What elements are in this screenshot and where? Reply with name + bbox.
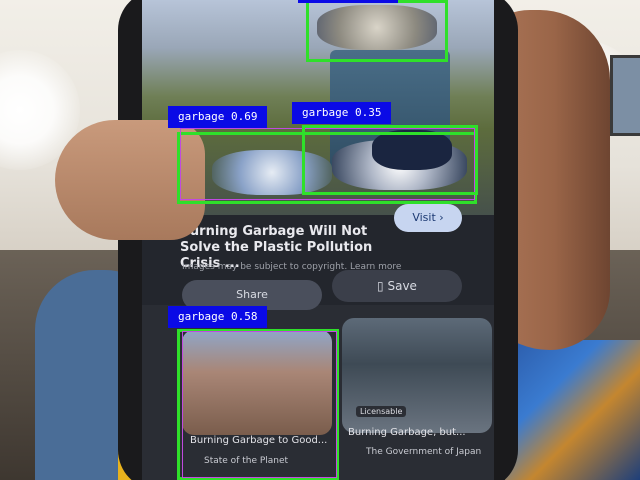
visit-button[interactable]: Visit ›: [394, 204, 462, 232]
detection-label-top-partial: [298, 0, 398, 3]
detection-label-1: garbage 0.69: [168, 106, 268, 128]
detection-label-2: garbage 0.35: [292, 102, 392, 124]
share-label: Share: [236, 288, 268, 301]
detection-box-2: [302, 125, 478, 195]
wall-picture: [610, 55, 640, 136]
related-source-2: The Government of Japan: [366, 447, 482, 457]
patterned-cloth: [505, 340, 640, 480]
save-button[interactable]: ▯ Save: [332, 270, 462, 302]
save-label: Save: [387, 279, 417, 293]
detection-box-top: [306, 0, 448, 62]
bookmark-icon: ▯: [377, 279, 384, 293]
detection-box-3-inner: [182, 331, 337, 478]
licensable-badge: Licensable: [356, 406, 407, 417]
related-title-2[interactable]: Burning Garbage, but...: [348, 427, 466, 438]
detection-label-3: garbage 0.58: [168, 306, 268, 328]
chevron-right-icon: ›: [439, 211, 444, 224]
camera-frame: Burning Garbage Will Not Solve the Plast…: [0, 0, 640, 480]
visit-label: Visit: [412, 211, 436, 224]
